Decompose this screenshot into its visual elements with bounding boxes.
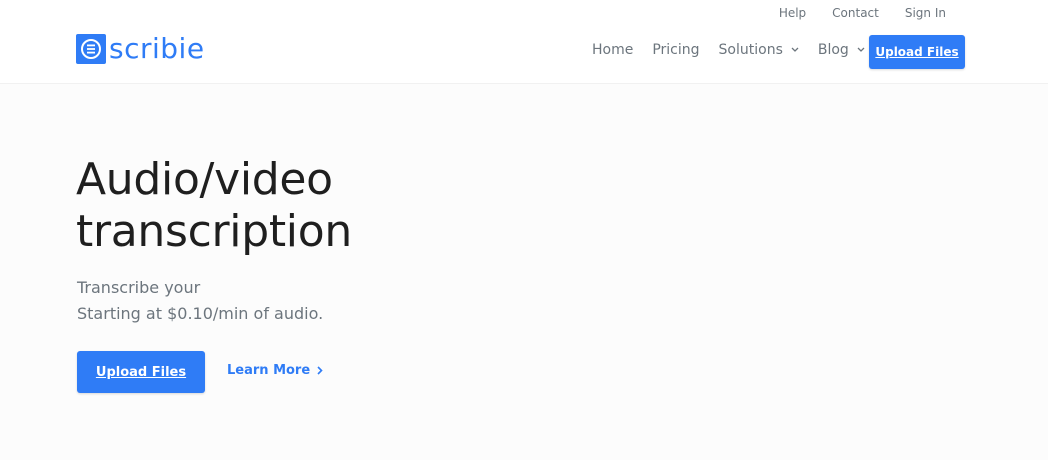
hero-subtitle-line-2: Starting at $0.10/min of audio. (77, 304, 324, 323)
nav-solutions[interactable]: Solutions (719, 41, 799, 59)
hero-title-line-2: transcription (76, 206, 352, 257)
hero-upload-label: Upload Files (95, 364, 187, 380)
header-upload-label: Upload Files (875, 45, 959, 59)
hero-title: Audio/video transcription (76, 154, 576, 258)
hero-subtitle: Transcribe your Starting at $0.10/min of… (77, 275, 323, 327)
main-nav: Home Pricing Solutions Blog (592, 41, 884, 59)
brand-name: scribie (109, 32, 205, 65)
nav-home-label: Home (592, 42, 634, 58)
scribie-logo-icon (76, 34, 106, 64)
chevron-down-icon (857, 42, 865, 60)
brand-logo[interactable]: scribie (76, 34, 205, 64)
contact-link[interactable]: Contact (832, 6, 879, 20)
learn-more-label: Learn More (227, 363, 311, 378)
chevron-right-icon (317, 362, 323, 380)
nav-home[interactable]: Home (592, 41, 633, 59)
help-link[interactable]: Help (779, 6, 806, 20)
hero-subtitle-line-1: Transcribe your (77, 278, 201, 297)
site-header: Help Contact Sign In scribie Home Pricin… (0, 0, 1048, 84)
utility-nav: Help Contact Sign In (753, 6, 946, 20)
learn-more-link[interactable]: Learn More (227, 362, 323, 380)
hero-upload-button[interactable]: Upload Files (77, 351, 205, 393)
nav-solutions-label: Solutions (718, 42, 783, 58)
nav-blog[interactable]: Blog (818, 41, 865, 59)
hero-title-line-1: Audio/video (76, 154, 333, 205)
chevron-down-icon (791, 42, 799, 60)
nav-pricing[interactable]: Pricing (652, 41, 699, 59)
sign-in-link[interactable]: Sign In (905, 6, 946, 20)
nav-blog-label: Blog (817, 42, 849, 58)
nav-pricing-label: Pricing (652, 42, 700, 58)
header-upload-button[interactable]: Upload Files (869, 35, 965, 69)
